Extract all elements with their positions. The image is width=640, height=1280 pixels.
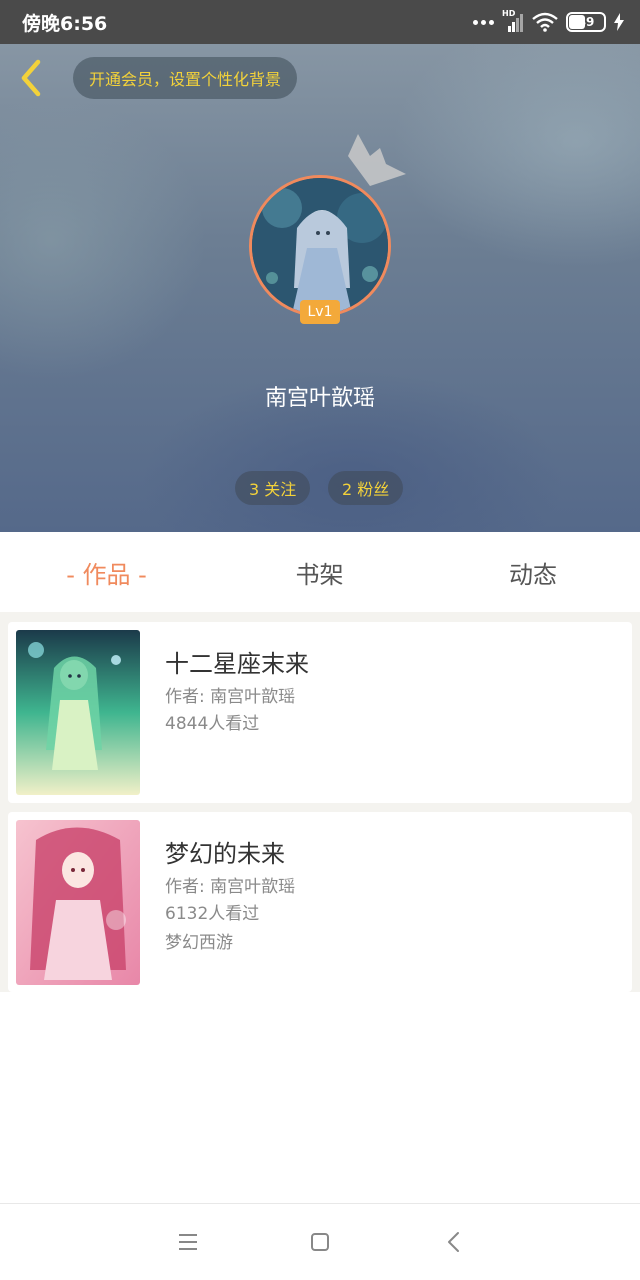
book-author: 作者: 南宫叶歆瑶	[165, 877, 296, 897]
menu-icon	[179, 1234, 197, 1250]
back-icon	[448, 1232, 459, 1252]
battery-level: 49	[577, 15, 595, 29]
tab-works[interactable]: - 作品 -	[0, 532, 213, 612]
user-name: 南宫叶歆瑶	[264, 386, 375, 411]
book-cover-image	[16, 820, 140, 985]
followers-button[interactable]: 2 粉丝	[328, 471, 404, 505]
system-nav-bar	[0, 1203, 640, 1280]
wifi-icon	[532, 12, 558, 32]
book-cover-image	[16, 630, 140, 795]
status-icons: HD 49	[473, 9, 624, 34]
network-type-label: HD	[502, 9, 516, 18]
following-button[interactable]: 3 关注	[235, 471, 311, 505]
avatar-container[interactable]: Lv1	[249, 175, 391, 324]
book-views: 4844人看过	[165, 714, 260, 734]
list-item[interactable]: 十二星座末来 作者: 南宫叶歆瑶 4844人看过	[8, 622, 632, 803]
book-category: 梦幻西游	[165, 933, 233, 953]
signal-icon: HD	[502, 9, 524, 32]
level-badge: Lv1	[300, 300, 340, 324]
tab-bookshelf[interactable]: 书架	[213, 532, 426, 612]
system-back-button[interactable]	[438, 1226, 470, 1258]
book-title: 梦幻的未来	[165, 840, 285, 868]
works-list: 十二星座末来 作者: 南宫叶歆瑶 4844人看过 梦幻的未来 作者: 南宫叶歆瑶…	[0, 612, 640, 992]
book-author: 作者: 南宫叶歆瑶	[165, 687, 296, 707]
profile-header: 开通会员，设置个性化背景 Lv1 南宫叶歆瑶 3 关注 2 粉丝	[0, 44, 640, 532]
book-title: 十二星座末来	[165, 650, 309, 678]
book-views: 6132人看过	[165, 904, 260, 924]
charging-icon	[614, 13, 624, 31]
more-dots-icon	[473, 19, 494, 25]
battery-icon: 49	[566, 12, 606, 32]
avatar-image	[252, 178, 388, 314]
book-cover	[16, 820, 140, 985]
status-time: 傍晚6:56	[22, 13, 108, 35]
tab-bar: - 作品 - 书架 动态	[0, 532, 640, 612]
status-bar: 傍晚6:56 HD 49	[0, 0, 640, 44]
tab-activity[interactable]: 动态	[426, 532, 640, 612]
menu-button[interactable]	[172, 1226, 204, 1258]
back-button[interactable]	[14, 58, 50, 98]
list-item[interactable]: 梦幻的未来 作者: 南宫叶歆瑶 6132人看过 梦幻西游	[8, 812, 632, 992]
vip-banner-button[interactable]: 开通会员，设置个性化背景	[73, 57, 298, 99]
avatar[interactable]	[249, 175, 391, 317]
home-icon	[311, 1233, 329, 1251]
chevron-left-icon	[21, 59, 41, 97]
book-cover	[16, 630, 140, 795]
home-button[interactable]	[304, 1226, 336, 1258]
